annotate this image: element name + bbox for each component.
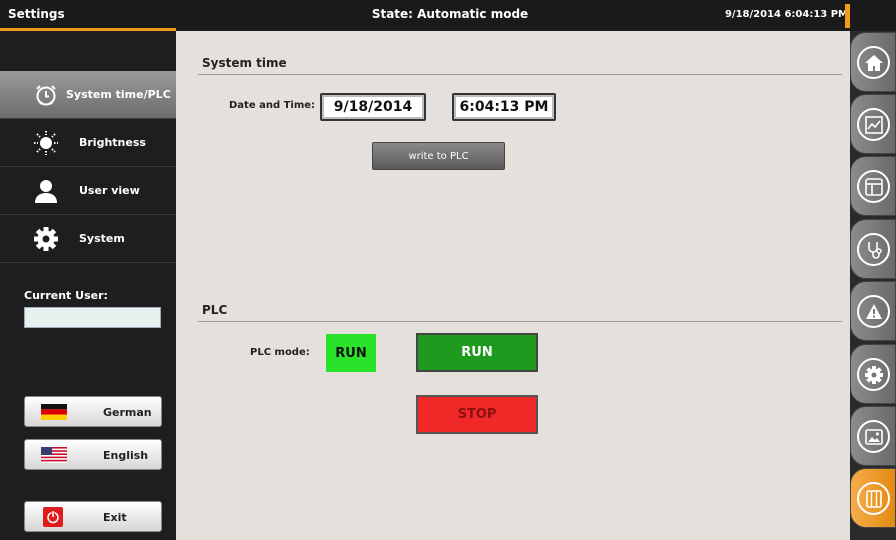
us-flag-icon (41, 447, 67, 463)
exit-label: Exit (103, 511, 127, 524)
german-flag-icon (41, 404, 67, 420)
sidebar-item-label: User view (79, 184, 140, 197)
time-field[interactable]: 6:04:13 PM (452, 93, 556, 121)
main-panel: System time Date and Time: 9/18/2014 6:0… (176, 31, 850, 540)
state-text: State: Automatic mode (371, 7, 529, 21)
sidebar-item-brightness[interactable]: Brightness (0, 119, 176, 167)
system-tab[interactable] (850, 468, 896, 528)
accent-marker (845, 4, 850, 28)
image-icon (865, 429, 883, 445)
run-button[interactable]: RUN (416, 333, 538, 372)
german-button[interactable]: German (24, 396, 162, 427)
plc-mode-label: PLC mode: (250, 347, 310, 358)
diagnostics-tab[interactable] (850, 219, 896, 279)
sidebar-item-system-time[interactable]: System time/PLC (0, 71, 176, 119)
english-button[interactable]: English (24, 439, 162, 470)
home-icon (865, 55, 883, 71)
german-label: German (103, 406, 152, 419)
sidebar: System time/PLC Brightness User view Sys… (0, 31, 176, 540)
date-field[interactable]: 9/18/2014 (320, 93, 426, 121)
sun-icon (34, 131, 58, 155)
power-icon (43, 507, 63, 527)
write-to-plc-button[interactable]: write to PLC (372, 142, 505, 170)
current-user-field (24, 307, 161, 328)
warning-icon (866, 304, 882, 319)
alarm-tab[interactable] (850, 281, 896, 341)
alarm-clock-icon (36, 85, 56, 106)
layout-tab[interactable] (850, 156, 896, 216)
right-navigation (850, 31, 896, 540)
gear-icon (34, 227, 58, 251)
datetime-display: 9/18/2014 6:04:13 PM (724, 9, 848, 20)
chart-icon (865, 116, 883, 134)
title-bar: Settings State: Automatic mode 9/18/2014… (0, 0, 896, 31)
plc-title: PLC (202, 303, 228, 317)
settings-tab[interactable] (850, 344, 896, 404)
sidebar-item-label: System time/PLC (66, 88, 171, 101)
system-time-title: System time (202, 56, 287, 70)
sidebar-item-label: System (79, 232, 125, 245)
user-icon (35, 180, 57, 203)
image-tab[interactable] (850, 406, 896, 466)
layout-icon (865, 178, 883, 196)
sidebar-item-system[interactable]: System (0, 215, 176, 263)
date-time-label: Date and Time: (229, 100, 316, 111)
section-divider (198, 74, 842, 75)
settings-icon (865, 366, 883, 384)
section-divider (198, 321, 842, 322)
current-user-label: Current User: (24, 289, 108, 302)
sidebar-item-label: Brightness (79, 136, 146, 149)
stethoscope-icon (868, 242, 882, 259)
grid-icon (866, 490, 882, 508)
sidebar-item-user-view[interactable]: User view (0, 167, 176, 215)
trend-tab[interactable] (850, 94, 896, 154)
stop-button[interactable]: STOP (416, 395, 538, 434)
plc-mode-indicator: RUN (326, 334, 376, 372)
app-title: Settings (8, 7, 65, 21)
exit-button[interactable]: Exit (24, 501, 162, 532)
home-tab[interactable] (850, 32, 896, 92)
english-label: English (103, 449, 149, 462)
